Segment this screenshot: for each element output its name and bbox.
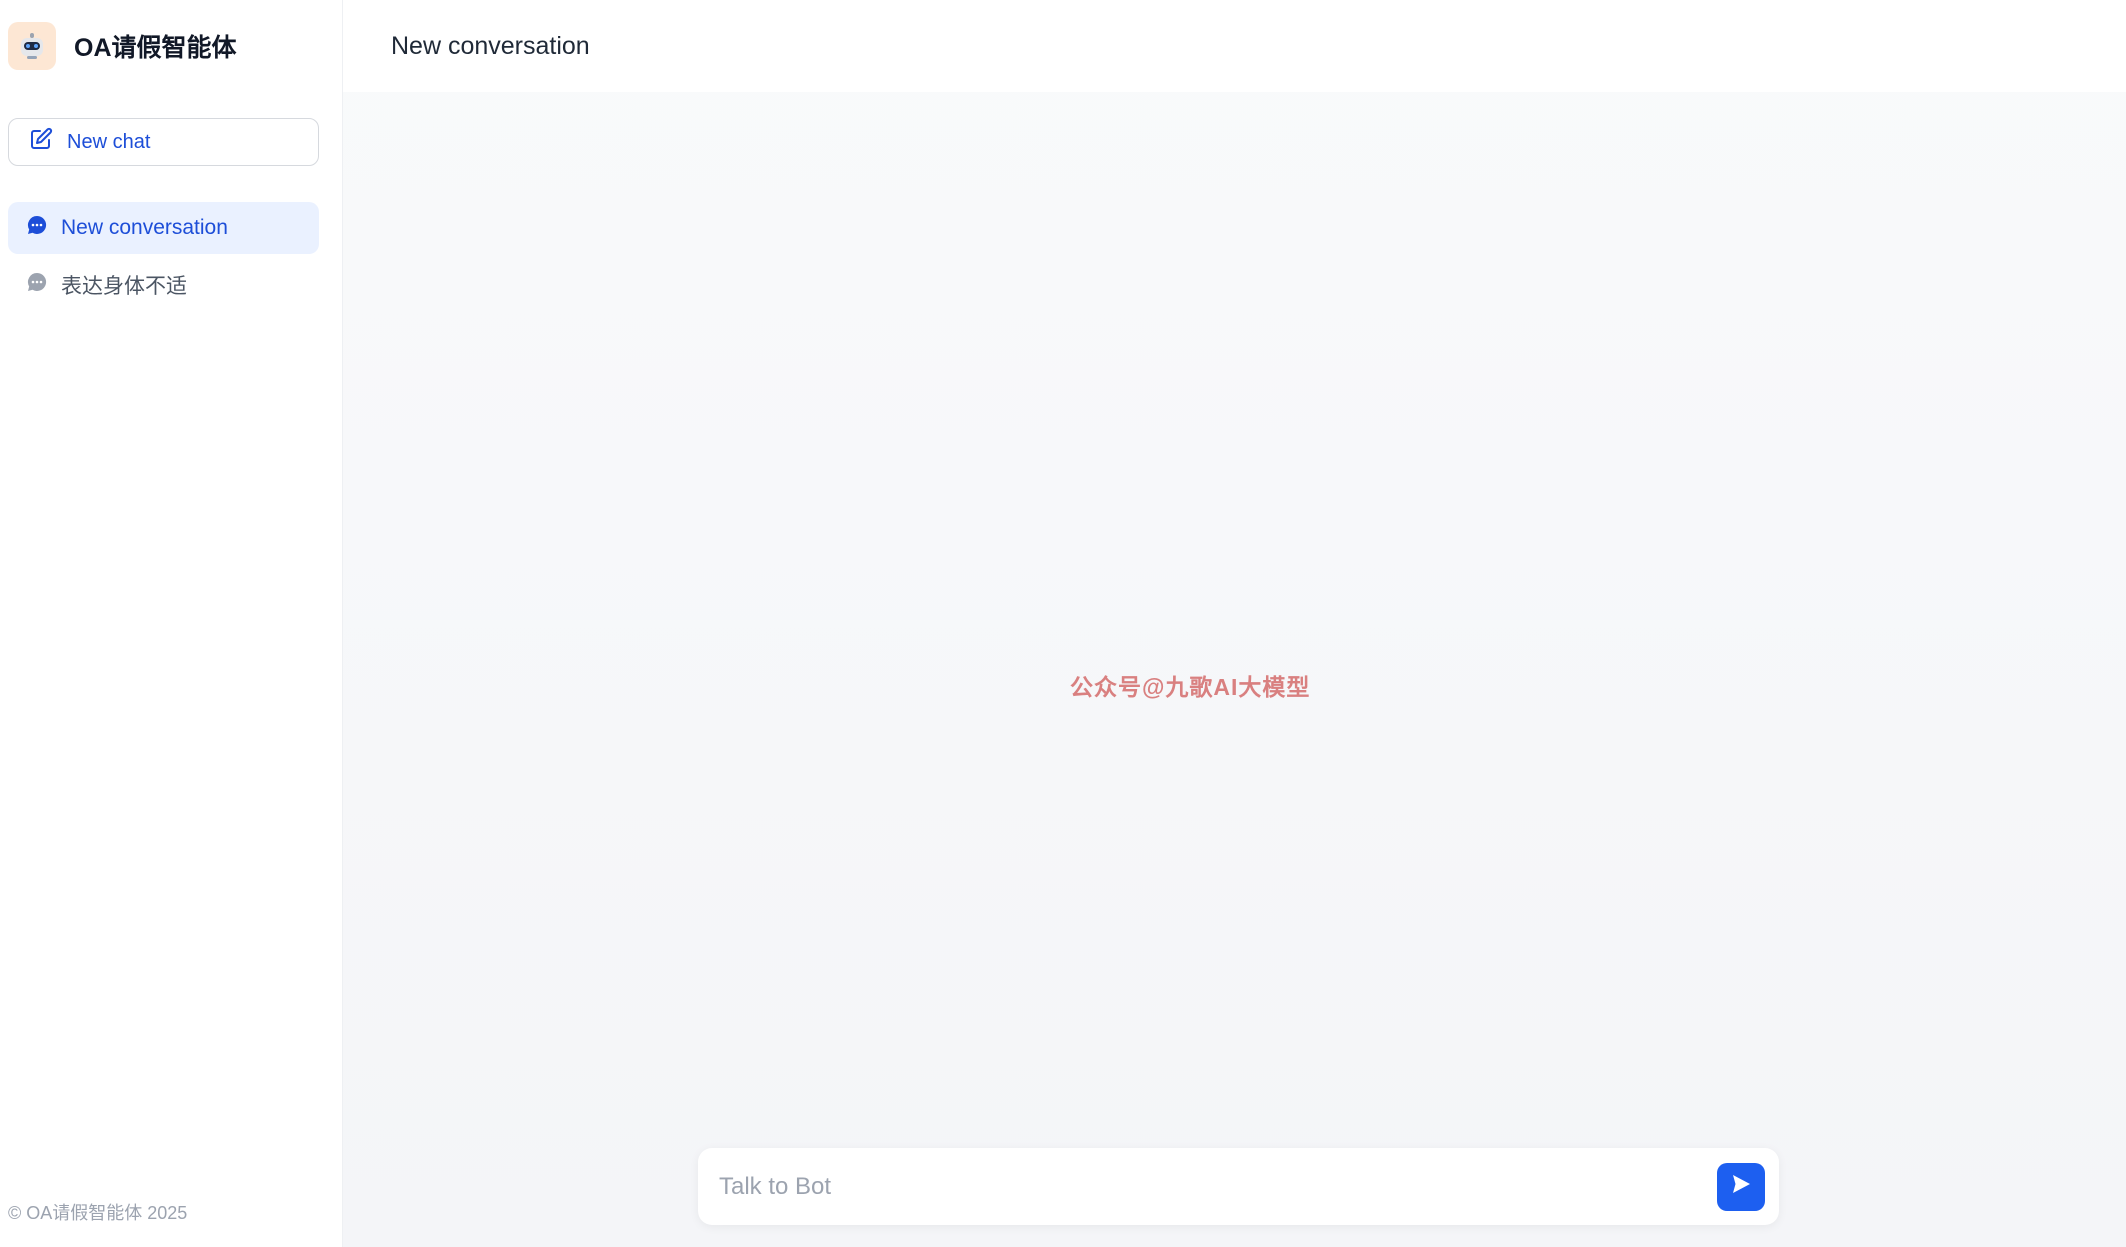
new-chat-label: New chat: [67, 130, 151, 153]
conversation-label: 表达身体不适: [61, 275, 187, 298]
send-button[interactable]: [1717, 1162, 1765, 1211]
app-title: OA请假智能体: [74, 34, 237, 62]
conversation-label: New conversation: [61, 216, 228, 239]
conversation-item-discomfort[interactable]: 表达身体不适: [8, 259, 319, 311]
robot-icon: [8, 22, 56, 70]
new-chat-button[interactable]: New chat: [8, 118, 319, 166]
conversation-list: New conversation 表达身体不适: [8, 202, 319, 316]
conversation-title: New conversation: [391, 31, 590, 60]
app-root: OA请假智能体 New chat New conversation 表达身体不适…: [0, 0, 2126, 1247]
copyright-footer: © OA请假智能体 2025: [8, 1203, 188, 1223]
chat-bubble-icon: [27, 272, 47, 298]
send-icon: [1730, 1173, 1752, 1200]
conversation-item-new[interactable]: New conversation: [8, 202, 319, 254]
brand-header: OA请假智能体: [0, 0, 342, 92]
watermark-text: 公众号@九歌AI大模型: [1070, 674, 1311, 700]
chat-header: New conversation: [343, 0, 2126, 92]
sidebar: OA请假智能体 New chat New conversation 表达身体不适…: [0, 0, 343, 1247]
message-input[interactable]: [719, 1172, 1717, 1201]
edit-icon: [29, 127, 53, 157]
chat-bubble-icon: [27, 215, 47, 241]
message-composer: [698, 1148, 1779, 1225]
chat-main: New conversation 公众号@九歌AI大模型: [343, 0, 2126, 1247]
